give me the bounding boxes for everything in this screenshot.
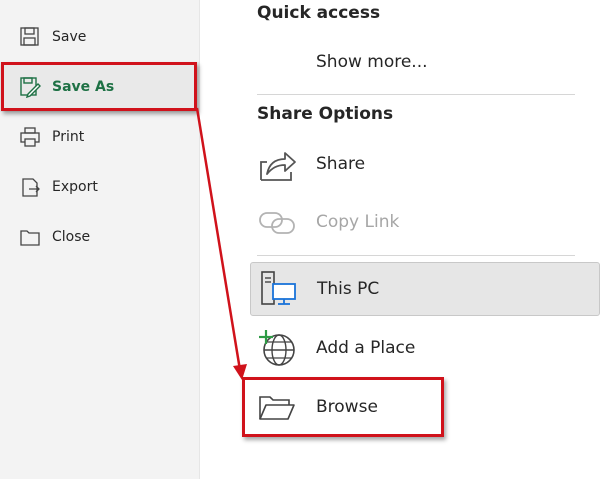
divider <box>257 94 575 95</box>
sidebar-item-label: Close <box>52 229 91 245</box>
this-pc-icon <box>261 271 296 305</box>
share-icon <box>260 152 296 181</box>
copy-link-label: Copy Link <box>316 212 400 232</box>
add-place-globe-icon <box>259 330 295 366</box>
location-label: Add a Place <box>316 338 416 358</box>
copy-link-button[interactable]: Copy Link <box>250 194 600 250</box>
link-icon <box>259 212 295 234</box>
location-add-a-place[interactable]: Add a Place <box>250 320 600 376</box>
location-label: This PC <box>317 279 380 299</box>
export-icon <box>22 178 40 197</box>
sidebar-item-export[interactable]: Export <box>0 162 199 212</box>
save-as-highlight-box <box>1 62 197 111</box>
quick-access-title: Quick access <box>257 3 381 23</box>
share-options-title: Share Options <box>257 104 394 124</box>
sidebar-item-label: Save <box>52 29 87 45</box>
save-icon <box>20 27 39 46</box>
share-button[interactable]: Share <box>250 136 600 192</box>
share-label: Share <box>316 154 366 174</box>
sidebar-item-close[interactable]: Close <box>0 212 199 262</box>
close-folder-icon <box>20 230 40 246</box>
sidebar-item-label: Print <box>52 129 85 145</box>
print-icon <box>20 127 40 147</box>
browse-highlight-box <box>242 377 444 437</box>
show-more-link[interactable]: Show more... <box>316 52 428 72</box>
sidebar-item-save[interactable]: Save <box>0 12 199 62</box>
sidebar-item-label: Export <box>52 179 98 195</box>
divider <box>257 255 575 256</box>
location-this-pc[interactable]: This PC <box>250 262 600 316</box>
sidebar-item-print[interactable]: Print <box>0 112 199 162</box>
